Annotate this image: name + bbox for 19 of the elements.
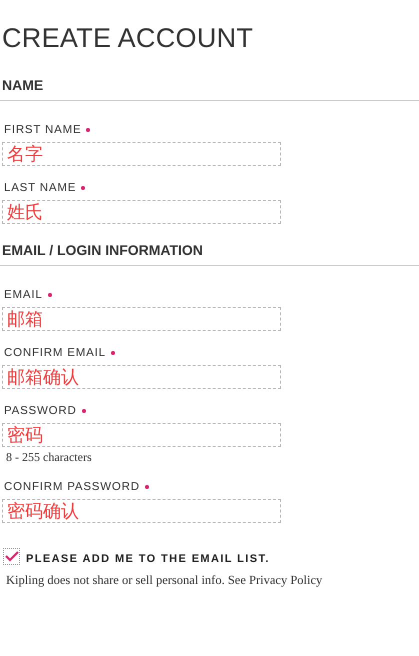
field-label: LAST NAME (4, 182, 76, 194)
section-heading: NAME (0, 76, 419, 101)
page-title: CREATE ACCOUNT (2, 22, 254, 55)
field-label: CONFIRM EMAIL (4, 347, 106, 359)
input-field[interactable]: 邮箱确认 (2, 365, 281, 389)
input-field[interactable]: 密码确认 (2, 499, 281, 523)
section-heading: EMAIL / LOGIN INFORMATION (0, 241, 419, 266)
input-field[interactable]: 邮箱 (2, 307, 281, 331)
field-label: FIRST NAME (4, 124, 82, 136)
field-label: CONFIRM PASSWORD (4, 481, 140, 493)
hint-text: 8 - 255 characters (6, 449, 93, 465)
input-field[interactable]: 名字 (2, 142, 281, 166)
checkbox[interactable] (3, 548, 20, 565)
field-label: PASSWORD (4, 405, 77, 417)
field-label: EMAIL (4, 289, 43, 301)
checkbox-label: PLEASE ADD ME TO THE EMAIL LIST. (26, 553, 270, 565)
input-field[interactable]: 姓氏 (2, 200, 281, 224)
input-field[interactable]: 密码 (2, 423, 281, 447)
privacy-note: Kipling does not share or sell personal info. See Privacy Policy (6, 573, 324, 588)
